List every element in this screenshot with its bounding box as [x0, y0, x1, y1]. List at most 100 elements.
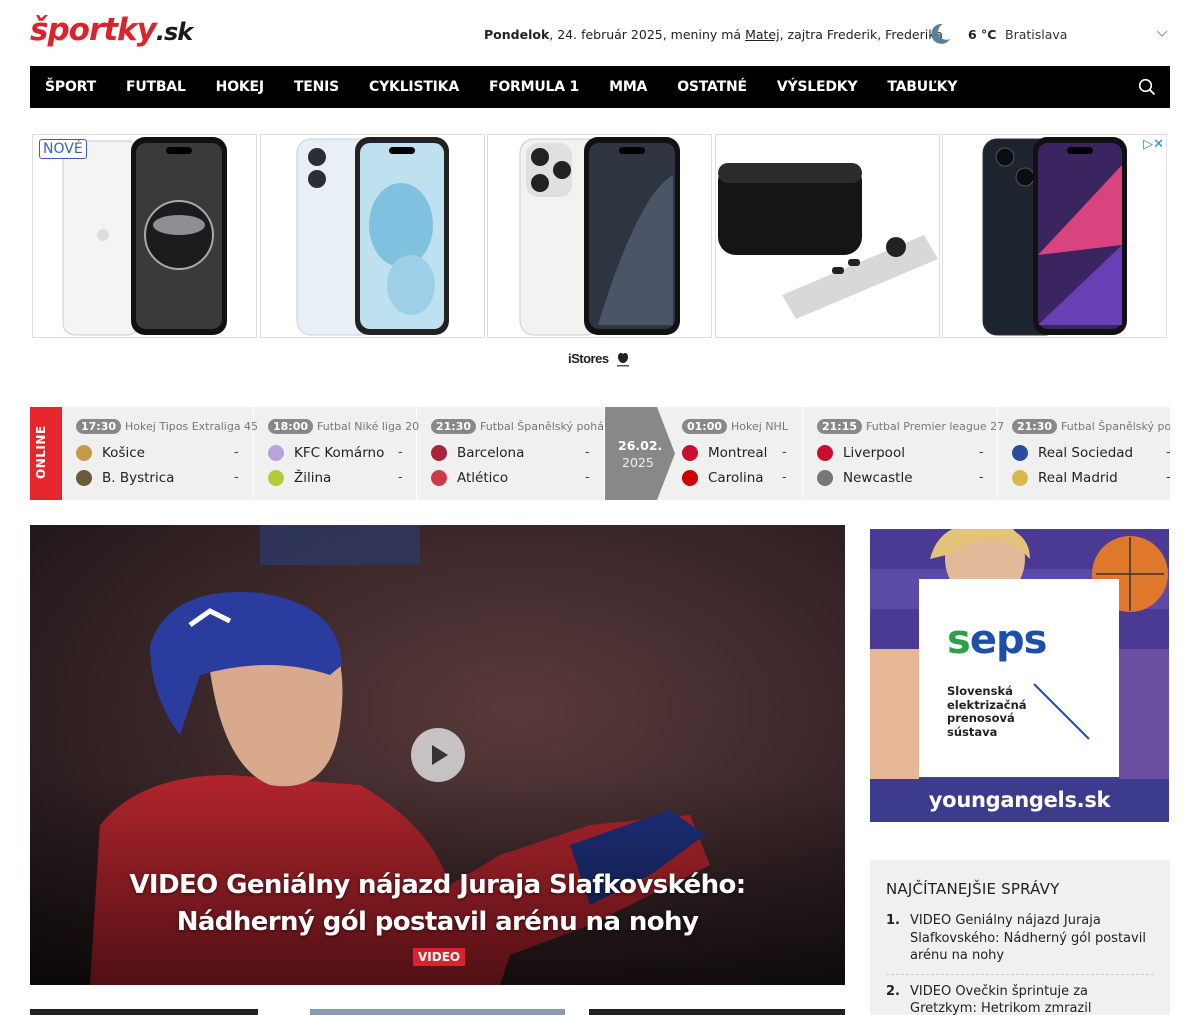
match-header: 21:30Futbal Španělský pohár	[431, 419, 608, 434]
weekday: Pondelok	[484, 27, 550, 42]
nav-item-10[interactable]: TABUĽKY	[887, 79, 957, 95]
nav-item-1[interactable]: ŠPORT	[45, 79, 96, 95]
live-scores-strip: ONLINE 17:30 Hokej Tipos Extraliga 45 Koš…	[30, 407, 1170, 500]
most-read-item[interactable]: 1. VIDEO Geniálny nájazd Juraja Slafkovsk…	[886, 912, 1154, 975]
team-crest-icon	[682, 445, 698, 461]
away-team: Atlético	[431, 470, 508, 486]
match-header: 21:30Futbal Španělský pohár	[1012, 419, 1170, 434]
away-score: -	[782, 470, 787, 485]
top-header: športky.sk Pondelok, 24. február 2025, m…	[30, 0, 1170, 66]
home-score: -	[234, 445, 239, 460]
away-team: Carolina	[682, 470, 764, 486]
istores-brand: iStores	[568, 351, 609, 366]
most-read-box: NAJČÍTANEJŠIE SPRÁVY 1. VIDEO Geniálny ná…	[870, 860, 1170, 1015]
ad-tile-iphone-16e[interactable]: NOVÉ	[32, 134, 257, 338]
article-thumb[interactable]	[30, 1009, 258, 1015]
video-badge: VIDEO	[413, 948, 466, 966]
team-crest-icon	[268, 445, 284, 461]
team-crest-icon	[431, 445, 447, 461]
home-score: -	[398, 445, 403, 460]
main-nav: ŠPORT FUTBAL HOKEJ TENIS CYKLISTIKA FORMULA 1…	[30, 66, 1170, 108]
team-crest-icon	[431, 470, 447, 486]
away-team: Real Madrid	[1012, 470, 1118, 486]
away-score: -	[979, 470, 984, 485]
most-read-item[interactable]: 2. VIDEO Ovečkin šprintuje za Gretzkym: H…	[886, 983, 1154, 1015]
away-score: -	[585, 470, 590, 485]
home-team: Montreal	[682, 445, 767, 461]
play-video-button[interactable]	[411, 728, 465, 782]
home-score: -	[1166, 445, 1170, 460]
online-tab[interactable]: ONLINE	[30, 407, 62, 500]
article-thumb[interactable]	[589, 1009, 845, 1015]
site-logo[interactable]: športky.sk	[30, 12, 193, 48]
home-score: -	[782, 445, 787, 460]
seps-line-graphic	[1033, 683, 1090, 740]
team-crest-icon	[1012, 445, 1028, 461]
adchoices-icon[interactable]: ▷✕	[1143, 137, 1164, 152]
team-crest-icon	[268, 470, 284, 486]
team-crest-icon	[76, 470, 92, 486]
hero-headline[interactable]: VIDEO Geniálny nájazd Juraja Slafkovskéh…	[70, 867, 805, 941]
nav-item-6[interactable]: FORMULA 1	[489, 79, 579, 95]
home-team: Real Sociedad	[1012, 445, 1133, 461]
match-header: 01:00 Hokej NHL	[682, 419, 788, 434]
article-thumb[interactable]	[310, 1009, 565, 1015]
weather-city: Bratislava	[1005, 27, 1068, 42]
new-badge: NOVÉ	[39, 139, 87, 159]
match-header: 17:30 Hokej Tipos Extraliga 45	[76, 419, 258, 434]
away-score: -	[398, 470, 403, 485]
match-card[interactable]: 01:00 Hokej NHL Montreal Carolina - -	[668, 407, 803, 500]
play-icon	[432, 745, 448, 765]
search-icon[interactable]	[1138, 78, 1156, 96]
match-card[interactable]: 21:15 Futbal Premier league 27 Liverpool …	[803, 407, 1004, 500]
team-crest-icon	[1012, 470, 1028, 486]
match-header: 18:00 Futbal Niké liga 20	[268, 419, 419, 434]
youngangels-link[interactable]: youngangels.sk	[870, 779, 1169, 822]
nav-item-8[interactable]: OSTATNÉ	[677, 79, 747, 95]
match-header: 21:15 Futbal Premier league 27	[817, 419, 1004, 434]
match-card[interactable]: 21:30 Futbal Španělský pohár Barcelona At…	[417, 407, 608, 500]
team-crest-icon	[682, 470, 698, 486]
divider-year: 2025	[622, 455, 654, 470]
seps-sidebar-ad[interactable]: seps Slovenská elektrizačná prenosová sú…	[870, 529, 1169, 822]
most-read-title: NAJČÍTANEJŠIE SPRÁVY	[886, 880, 1060, 898]
date-nameday: Pondelok, 24. február 2025, meniny má Ma…	[484, 27, 943, 42]
ad-tile-iphone-13[interactable]: ▷✕	[942, 134, 1167, 338]
ad-tile-iphone-15[interactable]	[260, 134, 485, 338]
home-team: Liverpool	[817, 445, 905, 461]
date-divider	[605, 407, 675, 500]
home-team: KFC Komárno	[268, 445, 384, 461]
istores-ad-banner[interactable]: NOVÉ ▷✕	[30, 132, 1170, 340]
hero-article[interactable]: VIDEO Geniálny nájazd Juraja Slafkovskéh…	[30, 525, 845, 985]
home-score: -	[979, 445, 984, 460]
moon-icon	[931, 23, 950, 44]
ad-tile-iphone-16-pro[interactable]	[487, 134, 712, 338]
ad-tile-apple-tv[interactable]	[715, 134, 940, 338]
nav-item-5[interactable]: CYKLISTIKA	[369, 79, 459, 95]
chevron-down-icon[interactable]	[1155, 26, 1169, 40]
nav-item-9[interactable]: VÝSLEDKY	[777, 79, 858, 95]
team-crest-icon	[76, 445, 92, 461]
nav-item-7[interactable]: MMA	[609, 79, 647, 95]
nameday-link[interactable]: Matej	[745, 27, 780, 42]
home-team: Košice	[76, 445, 145, 461]
away-team: B. Bystrica	[76, 470, 174, 486]
apple-reseller-icon	[617, 353, 629, 367]
home-team: Barcelona	[431, 445, 524, 461]
away-score: -	[234, 470, 239, 485]
away-score: -	[1166, 470, 1170, 485]
nav-item-4[interactable]: TENIS	[294, 79, 339, 95]
nav-item-2[interactable]: FUTBAL	[126, 79, 186, 95]
weather-temp: 6 °C	[968, 27, 997, 42]
team-crest-icon	[817, 445, 833, 461]
away-team: Newcastle	[817, 470, 913, 486]
match-card[interactable]: 21:30Futbal Španělský pohár Real Socieda…	[998, 407, 1170, 500]
nav-item-3[interactable]: HOKEJ	[216, 79, 264, 95]
seps-logo-box: seps Slovenská elektrizačná prenosová sú…	[919, 579, 1119, 777]
match-card[interactable]: 17:30 Hokej Tipos Extraliga 45 Košice B. …	[62, 407, 258, 500]
home-score: -	[585, 445, 590, 460]
divider-date: 26.02.	[618, 438, 663, 453]
away-team: Žilina	[268, 470, 331, 486]
team-crest-icon	[817, 470, 833, 486]
match-card[interactable]: 18:00 Futbal Niké liga 20 KFC Komárno Žil…	[254, 407, 419, 500]
